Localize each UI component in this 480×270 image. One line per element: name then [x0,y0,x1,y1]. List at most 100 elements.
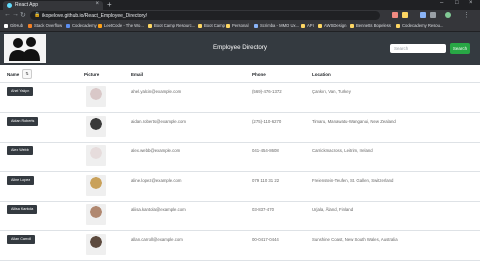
extension-icon[interactable] [392,12,398,18]
employee-phone: 079 110 31 22 [252,177,280,183]
employee-location: Çankırı, Van, Turkey [312,89,351,94]
bookmark-item[interactable]: Stack Overflow [28,23,62,28]
search-input[interactable] [390,44,446,53]
forward-icon[interactable]: → [12,11,19,18]
folder-icon [301,23,305,28]
menu-icon[interactable]: ⋮ [463,11,470,19]
bookmark-item[interactable]: Personal [226,23,249,28]
column-header-location: Location [312,72,331,77]
github-icon [4,23,8,28]
bookmark-item[interactable]: API [301,23,314,28]
bookmark-item[interactable]: GitHub [4,23,23,28]
employee-photo [86,204,106,225]
employee-name-button[interactable]: Alex Webb [7,146,33,155]
extension-icon[interactable] [430,12,436,18]
employee-email: aline.lopez@example.com [131,177,182,183]
address-bar-row: ← → ↻ 🔒 ikopelove.github.io/React_Employ… [0,10,480,21]
bookmark-label: Scrimba - MMO Ux... [260,23,300,28]
employee-email: allan.carroll@example.com [131,236,183,242]
employee-name-button[interactable]: Aidan Roberts [7,116,39,126]
search-button[interactable]: Search [450,43,470,54]
scrimba-icon [254,23,258,28]
bookmark-label: Codecademy [72,23,97,28]
employee-photo [86,86,106,107]
browser-tab[interactable]: React App × [3,1,103,10]
bookmark-label: Bennetts Bopeless [356,23,391,28]
employee-phone: (569)-476-1372 [252,89,282,94]
column-header-phone: Phone [252,72,266,77]
bookmark-item[interactable]: Codecademy [66,23,97,28]
reload-icon[interactable]: ↻ [20,11,26,19]
app-header: Employee Directory Search [0,32,480,65]
employee-email: ahel.yalcin@example.com [131,89,182,94]
stackoverflow-icon [28,23,32,28]
extension-icon[interactable] [402,12,408,18]
column-header-name: Name [7,72,20,77]
employee-photo [86,145,106,166]
bookmark-item[interactable]: Bennetts Bopeless [350,23,391,28]
employee-name-button[interactable]: Ahel Yalçın [7,87,34,96]
employee-name-button[interactable]: Aline Lopez [7,175,35,185]
bookmark-label: LeetCode - The Wo... [104,23,144,28]
bookmark-item[interactable]: Scrimba - MMO Ux... [254,23,299,28]
table-row: Ahel Yalçın ahel.yalcin@example.com (569)-… [0,83,480,113]
employee-phone: (275)-110-6270 [252,118,282,124]
bookmark-item[interactable]: AWSDesign [318,23,346,28]
folder-icon [226,23,230,28]
url-text: ikopelove.github.io/React_Employee_Direc… [42,12,148,19]
leetcode-icon [98,23,102,28]
table-row: Aidan Roberts aidan.roberts@example.com (2… [0,113,480,143]
maximize-icon[interactable]: □ [455,0,459,6]
employee-photo [86,174,106,196]
minimize-icon[interactable]: – [440,0,443,6]
bookmark-item[interactable]: Codecademy Resou... [396,23,443,28]
table-row: Aliisa Kantola aliisa.kantola@example.com… [0,201,480,231]
employee-name-button[interactable]: Aliisa Kantola [7,205,38,214]
employee-location: Freienstein-Teufen, St. Gallen, Switzerl… [312,177,394,183]
employee-phone: 041-454-8608 [252,148,279,153]
folder-icon [198,23,202,28]
codecademy-icon [66,23,70,28]
profile-avatar-icon[interactable] [445,12,451,18]
employee-phone: 03-837-470 [252,207,274,212]
bookmark-label: Boot Camp Resourc... [154,23,196,28]
extension-icon[interactable] [420,12,426,18]
back-icon[interactable]: ← [4,11,11,18]
employee-email: aliisa.kantola@example.com [131,207,186,212]
bookmark-label: Stack Overflow [34,23,63,28]
lock-icon: 🔒 [34,12,41,18]
bookmarks-bar: GitHub Stack Overflow Codecademy LeetCod… [0,21,480,32]
bookmark-item[interactable]: Boot Camp [198,23,225,28]
folder-icon [148,23,152,28]
employee-email: aidan.roberts@example.com [131,118,186,124]
bookmark-item[interactable]: LeetCode - The Wo... [98,23,144,28]
bookmark-label: Personal [232,23,249,28]
tab-title: React App [15,2,39,8]
employee-photo [86,115,106,137]
close-window-icon[interactable]: × [469,0,473,6]
table-header: Name ⇅ Picture Email Phone Location [0,66,480,83]
bookmark-item[interactable]: Boot Camp Resourc... [148,23,195,28]
employee-location: Timaru, Manawatu-Wanganui, New Zealand [312,118,396,124]
bookmark-label: Codecademy Resou... [402,23,444,28]
table-row: Aline Lopez aline.lopez@example.com 079 11… [0,172,480,202]
employee-name-button[interactable]: Allan Carroll [7,234,36,244]
employee-email: alex.webb@example.com [131,148,181,153]
url-field[interactable]: 🔒 ikopelove.github.io/React_Employee_Dir… [30,11,380,20]
table-row: Alex Webb alex.webb@example.com 041-454-86… [0,142,480,172]
folder-icon [396,23,400,28]
new-tab-icon[interactable]: + [107,0,112,9]
react-favicon-icon [7,3,12,8]
bookmark-label: AWSDesign [324,23,347,28]
bookmark-label: Boot Camp [204,23,225,28]
column-header-picture: Picture [84,72,100,77]
column-header-email: Email [131,72,144,77]
bookmark-label: API [307,23,314,28]
employee-photo [86,233,106,255]
employee-location: Urjala, Åland, Finland [312,207,354,212]
close-tab-icon[interactable]: × [95,1,99,7]
sort-button[interactable]: ⇅ [22,69,32,79]
bookmark-label: GitHub [10,23,24,28]
table-row: Allan Carroll allan.carroll@example.com 00… [0,231,480,261]
employee-location: Carrickmacross, Leitrim, Ireland [312,148,373,153]
